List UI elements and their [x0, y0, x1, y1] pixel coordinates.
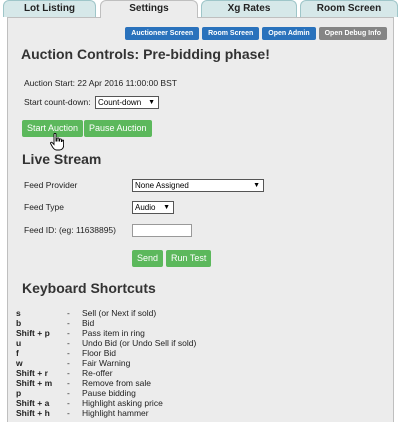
shortcut-key: Shift + h — [16, 408, 50, 418]
shortcut-row: f - Floor Bid — [16, 348, 376, 358]
shortcut-key: Shift + p — [16, 328, 50, 338]
shortcut-row: Shift + h - Highlight hammer — [16, 408, 376, 418]
top-toolbar: Auctioneer Screen Room Screen Open Admin… — [125, 27, 387, 40]
shortcut-desc: Re-offer — [82, 368, 113, 378]
feed-id-label: Feed ID: (eg: 11638895) — [24, 225, 116, 235]
live-stream-heading: Live Stream — [22, 151, 102, 167]
shortcut-desc: Pause bidding — [82, 388, 136, 398]
feed-type-select[interactable]: Audio ▼ — [132, 201, 174, 214]
shortcut-desc: Floor Bid — [82, 348, 117, 358]
shortcut-desc: Remove from sale — [82, 378, 151, 388]
hand-pointer-icon — [50, 132, 65, 153]
shortcut-key: Shift + a — [16, 398, 50, 408]
shortcut-row: Shift + p - Pass item in ring — [16, 328, 376, 338]
shortcut-separator: - — [67, 318, 70, 328]
shortcut-desc: Bid — [82, 318, 95, 328]
shortcut-desc: Highlight hammer — [82, 408, 149, 418]
open-debug-info-button[interactable]: Open Debug Info — [318, 27, 387, 40]
shortcut-row: Shift + m - Remove from sale — [16, 378, 376, 388]
shortcut-desc: Undo Bid (or Undo Sell if sold) — [82, 338, 197, 348]
shortcut-row: Shift + a - Highlight asking price — [16, 398, 376, 408]
shortcut-row: u - Undo Bid (or Undo Sell if sold) — [16, 338, 376, 348]
shortcut-row: w - Fair Warning — [16, 358, 376, 368]
shortcut-row: p - Pause bidding — [16, 388, 376, 398]
shortcut-separator: - — [67, 328, 70, 338]
shortcut-separator: - — [67, 368, 70, 378]
auction-controls-heading: Auction Controls: Pre-bidding phase! — [21, 46, 270, 62]
shortcut-key: u — [16, 338, 22, 348]
shortcut-row: s - Sell (or Next if sold) — [16, 308, 376, 318]
shortcut-separator: - — [67, 308, 70, 318]
tab-room-screen[interactable]: Room Screen — [300, 0, 398, 17]
shortcut-key: f — [16, 348, 19, 358]
chevron-down-icon: ▼ — [253, 182, 260, 189]
tab-xg-rates[interactable]: Xg Rates — [201, 0, 297, 17]
tab-bar: Lot Listing Settings Xg Rates Room Scree… — [0, 0, 400, 18]
shortcut-key: Shift + m — [16, 378, 53, 388]
shortcut-separator: - — [67, 398, 70, 408]
shortcut-separator: - — [67, 338, 70, 348]
shortcut-desc: Highlight asking price — [82, 398, 163, 408]
shortcut-key: Shift + r — [16, 368, 48, 378]
shortcut-desc: Sell (or Next if sold) — [82, 308, 157, 318]
countdown-select[interactable]: Count-down ▼ — [95, 96, 159, 109]
feed-provider-value: None Assigned — [135, 181, 189, 190]
feed-type-label: Feed Type — [24, 202, 65, 212]
shortcut-key: p — [16, 388, 22, 398]
shortcut-separator: - — [67, 348, 70, 358]
tab-lot-listing[interactable]: Lot Listing — [3, 0, 96, 17]
send-button[interactable]: Send — [132, 250, 164, 267]
shortcut-key: b — [16, 318, 22, 328]
feed-id-input[interactable] — [132, 224, 192, 237]
shortcut-desc: Fair Warning — [82, 358, 131, 368]
auctioneer-screen-button[interactable]: Auctioneer Screen — [125, 27, 200, 40]
countdown-label: Start count-down: — [24, 97, 91, 107]
pause-auction-button[interactable]: Pause Auction — [84, 120, 152, 137]
auction-start-value: 22 Apr 2016 11:00:00 BST — [77, 78, 177, 88]
feed-type-value: Audio — [135, 203, 156, 212]
shortcut-row: Shift + r - Re-offer — [16, 368, 376, 378]
shortcut-separator: - — [67, 358, 70, 368]
chevron-down-icon: ▼ — [163, 204, 170, 211]
keyboard-shortcuts-heading: Keyboard Shortcuts — [22, 280, 156, 296]
shortcut-desc: Pass item in ring — [82, 328, 145, 338]
shortcut-list: s - Sell (or Next if sold) b - Bid Shift + p… — [16, 308, 376, 418]
shortcut-key: w — [16, 358, 23, 368]
feed-provider-select[interactable]: None Assigned ▼ — [132, 179, 264, 192]
shortcut-row: b - Bid — [16, 318, 376, 328]
shortcut-separator: - — [67, 378, 70, 388]
tab-settings[interactable]: Settings — [100, 0, 198, 18]
open-admin-button[interactable]: Open Admin — [262, 27, 316, 40]
run-test-button[interactable]: Run Test — [166, 250, 212, 267]
feed-provider-label: Feed Provider — [24, 180, 78, 190]
shortcut-key: s — [16, 308, 21, 318]
auction-start-label: Auction Start: — [24, 78, 76, 88]
shortcut-separator: - — [67, 388, 70, 398]
chevron-down-icon: ▼ — [148, 99, 155, 106]
countdown-select-value: Count-down — [98, 98, 142, 107]
auction-start-line: Auction Start: 22 Apr 2016 11:00:00 BST — [24, 78, 177, 88]
room-screen-button[interactable]: Room Screen — [202, 27, 260, 40]
shortcut-separator: - — [67, 408, 70, 418]
